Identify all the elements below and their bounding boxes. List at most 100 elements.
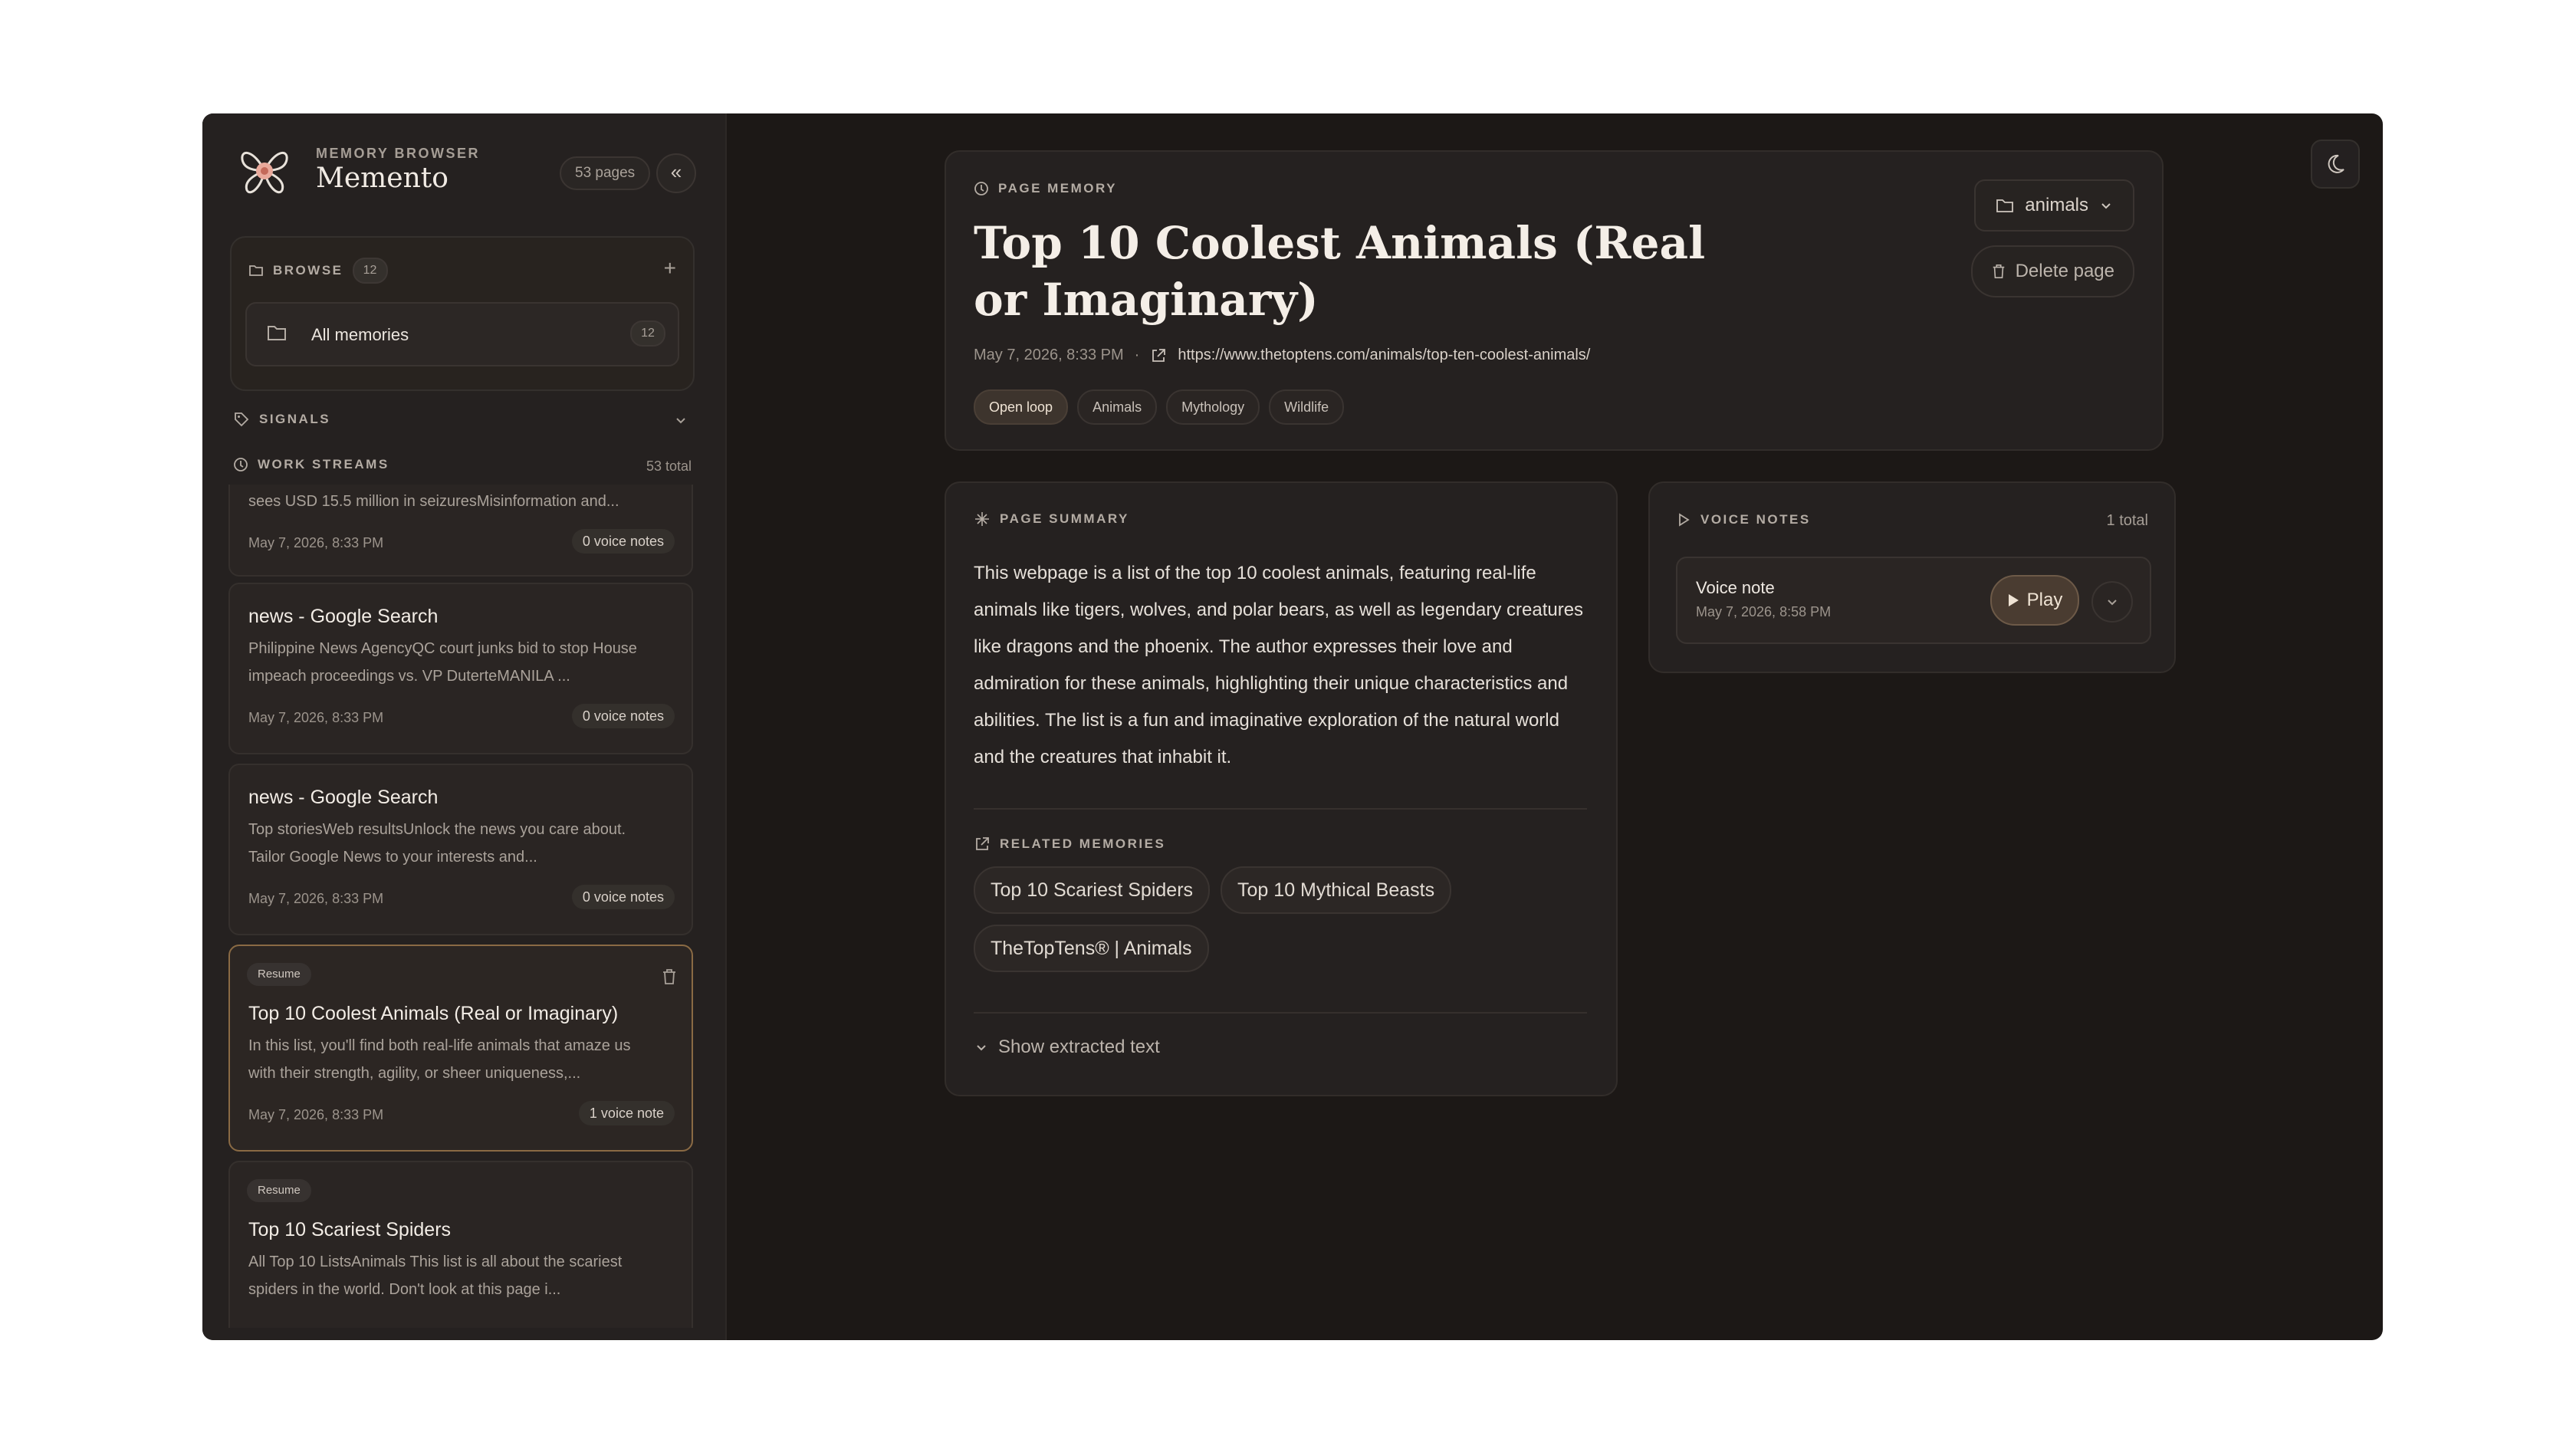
show-extracted-text-toggle[interactable]: Show extracted text (974, 1037, 1160, 1058)
page-memory-label: PAGE MEMORY (998, 181, 1118, 196)
external-link-icon (976, 837, 989, 850)
list-item[interactable]: Resume Top 10 Scariest Spiders All Top 1… (228, 1161, 693, 1328)
folder-icon (1996, 199, 2014, 212)
related-memory-chip[interactable]: TheTopTens® | Animals (974, 925, 1209, 972)
folder-icon (249, 265, 263, 276)
voice-notes-total: 1 total (2106, 512, 2148, 529)
work-streams-label: WORK STREAMS (258, 457, 389, 472)
item-description: sees USD 15.5 million in seizuresMisinfo… (248, 493, 619, 510)
list-item[interactable]: sees USD 15.5 million in seizuresMisinfo… (228, 485, 693, 577)
collapse-sidebar-button[interactable]: « (656, 153, 696, 193)
page-meta: May 7, 2026, 8:33 PM · https://www.theto… (974, 347, 1590, 364)
item-date: May 7, 2026, 8:33 PM (248, 891, 384, 906)
work-streams-total: 53 total (646, 458, 692, 474)
external-link-icon (1152, 348, 1166, 362)
voice-note-title: Voice note (1696, 578, 1775, 597)
voice-note-expand-button[interactable] (2091, 581, 2133, 623)
item-voice-count: 0 voice notes (571, 704, 675, 728)
category-dropdown[interactable]: animals (1974, 179, 2134, 232)
tag-chip[interactable]: Animals (1077, 389, 1158, 425)
play-icon (1679, 513, 1690, 527)
item-title: Top 10 Coolest Animals (Real or Imaginar… (248, 1003, 619, 1024)
trash-icon (1993, 264, 2004, 278)
list-item[interactable]: news - Google Search Philippine News Age… (228, 583, 693, 754)
item-description: All Top 10 ListsAnimals This list is all… (248, 1254, 623, 1298)
tag-chip[interactable]: Wildlife (1269, 389, 1345, 425)
page-url-link[interactable]: https://www.thetoptens.com/animals/top-t… (1178, 347, 1590, 364)
chevron-down-icon (2108, 600, 2117, 606)
browse-header: BROWSE 12 (248, 258, 388, 284)
voice-notes-label: VOICE NOTES (1700, 512, 1811, 527)
item-title: news - Google Search (248, 606, 439, 627)
voice-notes-card: VOICE NOTES 1 total Voice note May 7, 20… (1648, 481, 2176, 673)
item-description: In this list, you'll find both real-life… (248, 1037, 631, 1082)
signals-header[interactable]: SIGNALS (233, 411, 330, 428)
resume-tag: Resume (247, 1179, 311, 1202)
browse-section: BROWSE 12 + All memories 12 (230, 236, 695, 391)
play-icon (2008, 594, 2019, 606)
page-memory-header: PAGE MEMORY (974, 181, 1117, 196)
page-summary-card: PAGE SUMMARY This webpage is a list of t… (945, 481, 1618, 1096)
chevron-down-icon (977, 1045, 986, 1051)
add-collection-button[interactable]: + (664, 256, 676, 281)
all-memories-label: All memories (311, 325, 409, 344)
theme-toggle-button[interactable] (2311, 140, 2360, 189)
delete-page-label: Delete page (2015, 261, 2114, 281)
related-memories-header: RELATED MEMORIES (974, 836, 1165, 853)
tag-list: Open loop Animals Mythology Wildlife (974, 389, 1345, 425)
memory-list: sees USD 15.5 million in seizuresMisinfo… (228, 485, 695, 1328)
voice-note-item: Voice note May 7, 2026, 8:58 PM Play (1676, 557, 2151, 644)
list-item[interactable]: news - Google Search Top storiesWeb resu… (228, 764, 693, 935)
sidebar: MEMORY BROWSER Memento 53 pages « BROWSE… (202, 113, 727, 1340)
browse-count: 12 (352, 258, 388, 284)
item-description: Philippine News AgencyQC court junks bid… (248, 640, 637, 685)
voice-notes-header: VOICE NOTES (1676, 512, 1811, 527)
divider (974, 1012, 1587, 1014)
chevron-down-icon[interactable] (673, 412, 688, 428)
sparkle-icon (975, 512, 989, 526)
summary-text: This webpage is a list of the top 10 coo… (974, 563, 1584, 767)
item-date: May 7, 2026, 8:33 PM (248, 1107, 384, 1122)
item-date: May 7, 2026, 8:33 PM (248, 535, 384, 550)
all-memories-count: 12 (630, 320, 665, 347)
work-streams-header: WORK STREAMS (233, 457, 389, 472)
play-label: Play (2026, 590, 2063, 610)
browse-label: BROWSE (273, 263, 343, 278)
tag-chip[interactable]: Open loop (974, 389, 1069, 425)
signals-label: SIGNALS (259, 412, 331, 426)
item-description: Top storiesWeb resultsUnlock the news yo… (248, 821, 626, 866)
app-window: MEMORY BROWSER Memento 53 pages « BROWSE… (202, 113, 2383, 1340)
all-memories-item[interactable]: All memories 12 (245, 302, 679, 366)
related-memory-chip[interactable]: Top 10 Mythical Beasts (1221, 866, 1452, 914)
delete-page-button[interactable]: Delete page (1970, 245, 2134, 297)
related-memories-list: Top 10 Scariest Spiders Top 10 Mythical … (974, 866, 1587, 972)
page-date: May 7, 2026, 8:33 PM (974, 347, 1124, 363)
voice-note-date: May 7, 2026, 8:58 PM (1696, 604, 1832, 619)
play-button[interactable]: Play (1990, 575, 2079, 626)
category-label: animals (2025, 195, 2088, 215)
item-voice-count: 1 voice note (578, 1101, 675, 1125)
page-memory-card: PAGE MEMORY Top 10 Coolest Animals (Real… (945, 150, 2164, 451)
pages-count-badge: 53 pages (560, 156, 651, 190)
tag-chip[interactable]: Mythology (1166, 389, 1260, 425)
trash-icon[interactable] (661, 968, 678, 986)
divider (974, 808, 1587, 810)
item-title: news - Google Search (248, 787, 439, 808)
app-title: Memento (316, 163, 449, 194)
stream-icon (234, 458, 248, 472)
meta-separator: · (1134, 347, 1140, 363)
logo-icon (241, 151, 288, 194)
related-memory-chip[interactable]: Top 10 Scariest Spiders (974, 866, 1211, 914)
page-summary-label: PAGE SUMMARY (1000, 511, 1129, 526)
page-summary-header: PAGE SUMMARY (974, 511, 1129, 527)
item-voice-count: 0 voice notes (571, 885, 675, 909)
brand-kicker: MEMORY BROWSER (316, 146, 481, 161)
related-memories-label: RELATED MEMORIES (1000, 836, 1166, 851)
page-title: Top 10 Coolest Animals (Real or Imaginar… (974, 217, 1706, 326)
list-item-active[interactable]: Resume Top 10 Coolest Animals (Real or I… (228, 945, 693, 1152)
item-title: Top 10 Scariest Spiders (248, 1219, 452, 1240)
item-voice-count: 0 voice notes (571, 529, 675, 554)
chevron-down-icon (2101, 203, 2111, 209)
stream-icon (974, 182, 988, 196)
moon-icon (2328, 154, 2344, 173)
